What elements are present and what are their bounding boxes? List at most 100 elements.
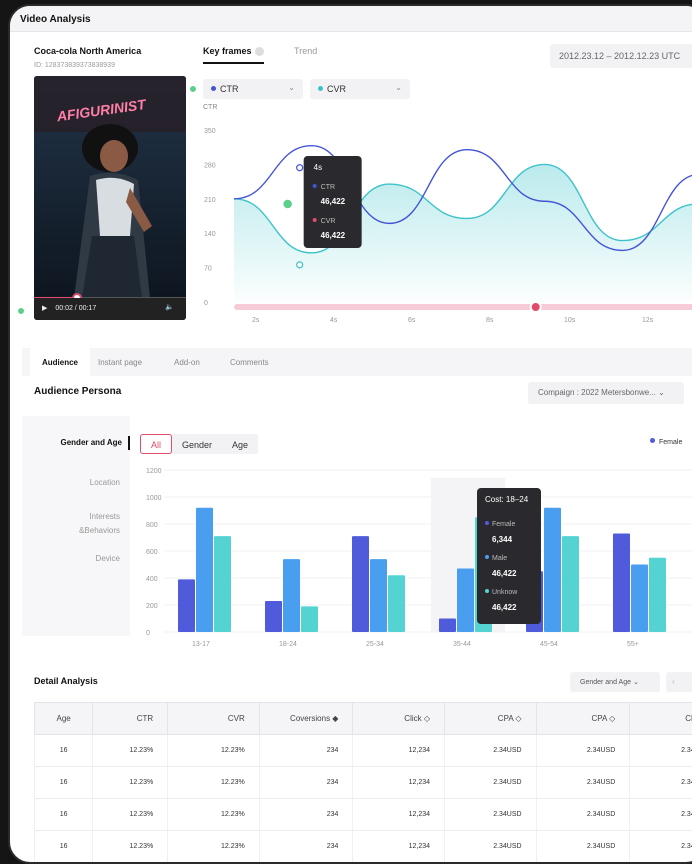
tooltip-value: 46,422 xyxy=(321,231,346,240)
table-cell: 12.23% xyxy=(168,735,260,767)
tab-instant-page[interactable]: Instant page xyxy=(98,348,142,376)
segment-age[interactable]: Age xyxy=(222,435,258,455)
sidebar-item-gender-age[interactable]: Gender and Age xyxy=(61,436,131,450)
table-cell: 2.34USD xyxy=(536,735,630,767)
table-cell: 12.23% xyxy=(168,831,260,863)
y-tick-label: 200 xyxy=(146,603,158,610)
table-cell: 12.23% xyxy=(93,735,168,767)
table-cell: 16 xyxy=(35,831,93,863)
play-icon[interactable]: ▶ xyxy=(42,305,47,312)
video-player[interactable]: AFIGURINIST ▶ 00:02 / 00:17 🔈 xyxy=(34,76,186,320)
bar-unknow xyxy=(214,536,231,632)
tooltip-title: 4s xyxy=(314,163,322,172)
column-header-age[interactable]: Age xyxy=(35,703,93,735)
section-tabs: Audience Instant page Add-on Comments xyxy=(22,348,692,376)
persona-bar-chart[interactable]: 12001000800600400200013-1718-2425-3435-4… xyxy=(134,460,692,660)
pager-prev-button[interactable]: ‹ xyxy=(666,672,692,692)
cvr-hover-point xyxy=(297,262,303,268)
tooltip-series-name: Female xyxy=(492,521,515,528)
tooltip-dot-icon xyxy=(313,218,317,222)
x-tick-label: 13-17 xyxy=(192,641,210,648)
video-time: 00:02 / 00:17 xyxy=(55,305,96,312)
keyframe-line-chart[interactable]: 3502802101407002s4s6s8s10s12s4sCTR46,422… xyxy=(200,116,692,326)
metric-select-1[interactable]: CTR⌄ xyxy=(203,79,303,99)
tab-add-on[interactable]: Add-on xyxy=(174,348,200,376)
y-tick-label: 600 xyxy=(146,549,158,556)
bar-female xyxy=(613,533,630,632)
date-range-picker[interactable]: 2012.23.12 – 2012.12.23 UTC xyxy=(550,44,692,68)
sidebar-item-interests[interactable]: Interests xyxy=(89,510,120,524)
sidebar-item-behaviors[interactable]: &Behaviors xyxy=(79,524,120,538)
tooltip-series-name: Unknow xyxy=(492,589,518,596)
marker-badge-6 xyxy=(16,306,26,316)
ctr-hover-point xyxy=(297,165,303,171)
column-header-cpa[interactable]: CPA ◇ xyxy=(445,703,537,735)
brand-name: Coca-cola North America xyxy=(34,46,141,56)
table-cell: 12,234 xyxy=(353,831,445,863)
y-tick-label: 1000 xyxy=(146,495,162,502)
campaign-select[interactable]: Compaign : 2022 Metersbonwe... ⌄ xyxy=(528,382,684,404)
tooltip-value: 6,344 xyxy=(492,535,513,544)
video-thumbnail: AFIGURINIST xyxy=(34,76,186,298)
y-tick-label: 0 xyxy=(204,300,208,307)
help-icon[interactable] xyxy=(255,47,264,56)
x-tick-label: 8s xyxy=(486,317,494,324)
bar-unknow xyxy=(562,536,579,632)
bar-male xyxy=(631,565,648,633)
column-header-ctr[interactable]: CTR xyxy=(93,703,168,735)
bar-female xyxy=(178,579,195,632)
column-header-click[interactable]: Click ◇ xyxy=(353,703,445,735)
tooltip-dot-icon xyxy=(485,521,489,525)
tab-trend[interactable]: Trend xyxy=(294,46,317,62)
x-tick-label: 12s xyxy=(642,317,654,324)
segment-all[interactable]: All xyxy=(140,434,172,454)
column-header-cvr[interactable]: CVR xyxy=(168,703,260,735)
tab-audience[interactable]: Audience xyxy=(30,348,90,376)
table-cell: 12.23% xyxy=(93,799,168,831)
tab-key-frames[interactable]: Key frames xyxy=(203,46,264,64)
chevron-down-icon: ⌄ xyxy=(633,679,639,686)
video-controls: ▶ 00:02 / 00:17 🔈 xyxy=(34,298,186,320)
cvr-area xyxy=(234,164,692,302)
y-tick-label: 70 xyxy=(204,266,212,273)
tooltip-series-name: Male xyxy=(492,555,507,562)
chevron-down-icon: ⌄ xyxy=(658,388,665,397)
segment-gender[interactable]: Gender xyxy=(172,435,222,455)
table-cell: 234 xyxy=(259,735,353,767)
column-header-cpa[interactable]: CPA ◇ xyxy=(630,703,692,735)
persona-title: Audience Persona xyxy=(34,386,121,397)
table-body: 1612.23%12.23%23412,2342.34USD2.34USD2.3… xyxy=(35,735,692,863)
column-header-coversions[interactable]: Coversions ◆ xyxy=(259,703,353,735)
table-cell: 2.34USD xyxy=(536,831,630,863)
table-row[interactable]: 1612.23%12.23%23412,2342.34USD2.34USD2.3… xyxy=(35,735,692,767)
detail-table: AgeCTRCVRCoversions ◆Click ◇CPA ◇CPA ◇CP… xyxy=(34,702,692,863)
tooltip-dot-icon xyxy=(485,555,489,559)
ctr-dot-icon xyxy=(211,86,216,91)
table-cell: 234 xyxy=(259,799,353,831)
x-tick-label: 18-24 xyxy=(279,641,297,648)
x-tick-label: 6s xyxy=(408,317,416,324)
sidebar-item-location[interactable]: Location xyxy=(90,476,120,490)
sidebar-item-device[interactable]: Device xyxy=(96,552,120,566)
bar-unknow xyxy=(301,606,318,632)
table-row[interactable]: 1612.23%12.23%23412,2342.34USD2.34USD2.3… xyxy=(35,767,692,799)
tab-comments[interactable]: Comments xyxy=(230,348,269,376)
metric-select-2[interactable]: CVR⌄ xyxy=(310,79,410,99)
bar-male xyxy=(196,508,213,632)
bar-female xyxy=(439,619,456,633)
x-tick-label: 10s xyxy=(564,317,576,324)
table-cell: 12.23% xyxy=(93,831,168,863)
table-row[interactable]: 1612.23%12.23%23412,2342.34USD2.34USD2.3… xyxy=(35,799,692,831)
volume-icon[interactable]: 🔈 xyxy=(165,303,174,311)
table-cell: 2.34USD xyxy=(536,799,630,831)
y-tick-label: 0 xyxy=(146,630,150,637)
table-cell: 12,234 xyxy=(353,799,445,831)
detail-filter-select[interactable]: Gender and Age ⌄ xyxy=(570,672,660,692)
table-row[interactable]: 1612.23%12.23%23412,2342.34USD2.34USD2.3… xyxy=(35,831,692,863)
column-header-cpa[interactable]: CPA ◇ xyxy=(536,703,630,735)
tooltip-value: 46,422 xyxy=(492,569,517,578)
window-title: Video Analysis xyxy=(10,6,692,32)
bar-unknow xyxy=(388,575,405,632)
app-window: Video Analysis Coca-cola North America I… xyxy=(8,4,692,864)
bar-unknow xyxy=(649,558,666,632)
